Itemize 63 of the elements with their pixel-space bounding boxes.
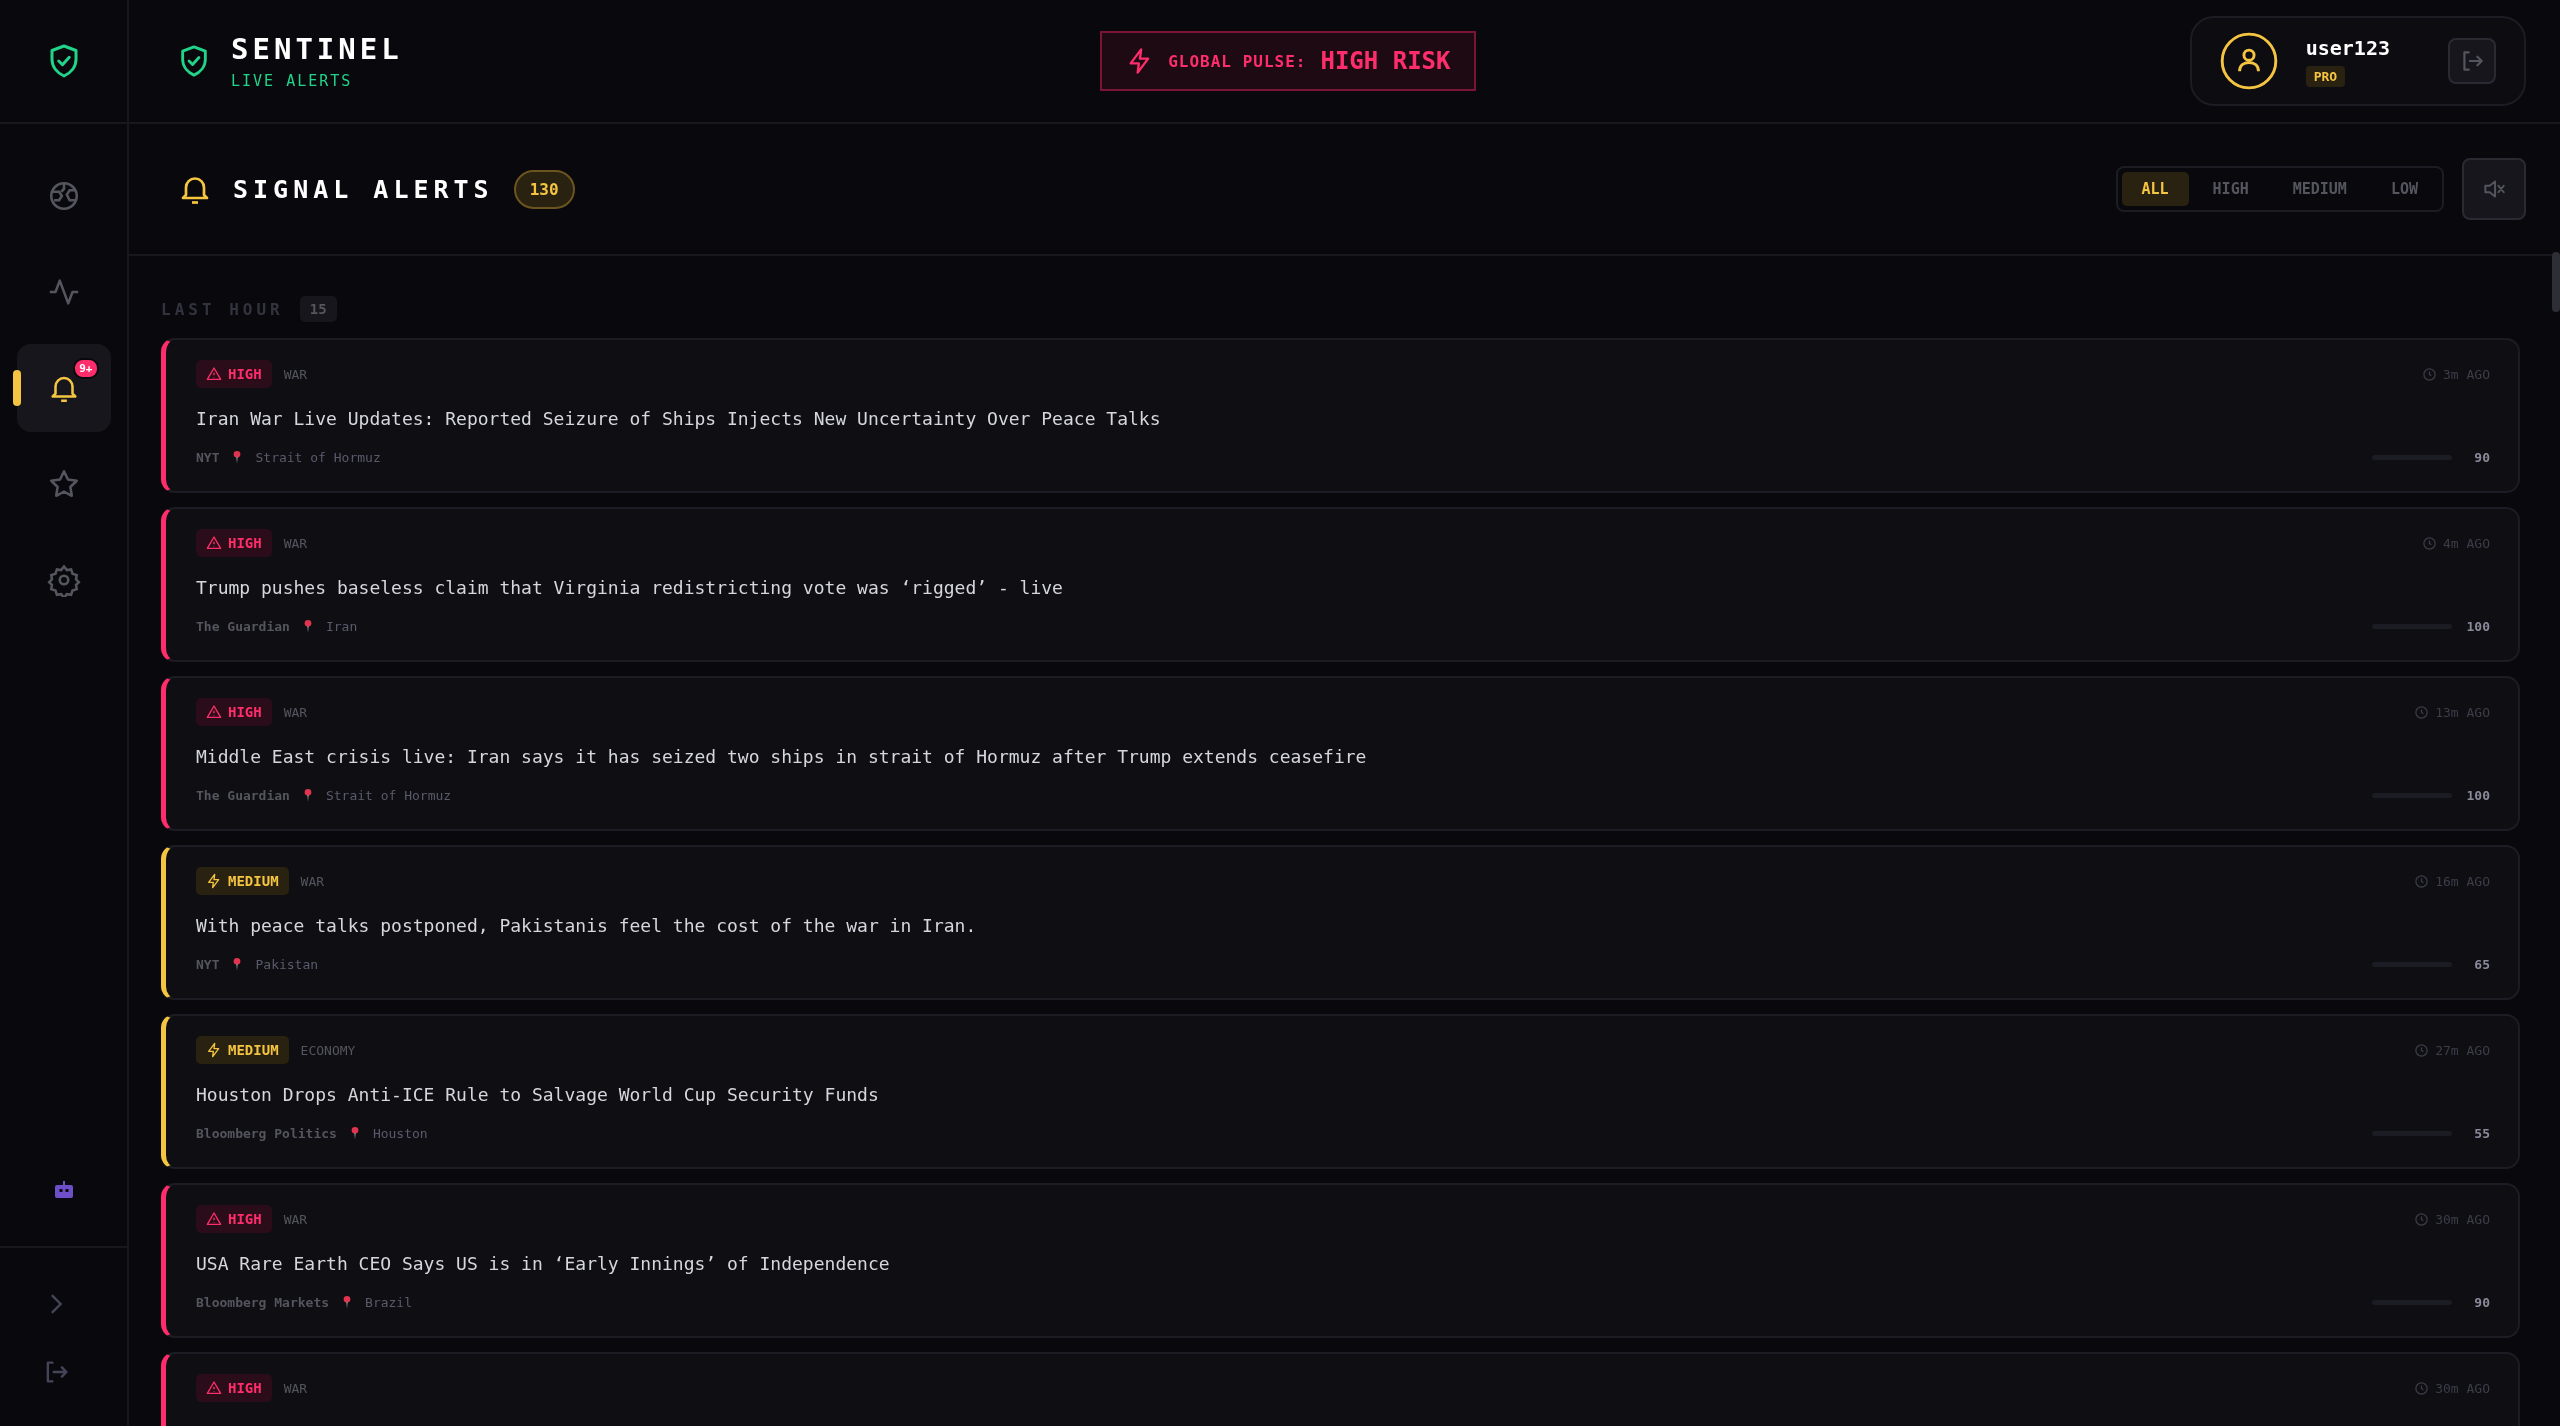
alert-title: Iran War Live Updates: Reported Seizure of Ships Injects New Uncertainty Over Peace Talks — [196, 408, 1162, 429]
location-label: Brazil — [365, 1294, 413, 1310]
clock-icon — [2422, 366, 2438, 382]
severity-badge: MEDIUM — [196, 867, 289, 895]
severity-badge: HIGH — [196, 698, 272, 726]
clock-icon — [2422, 535, 2438, 551]
score-value: 90 — [2473, 449, 2490, 465]
category-label: ECONOMY — [300, 1042, 356, 1058]
severity-badge: HIGH — [196, 529, 272, 557]
app-title: SENTINEL — [231, 32, 403, 66]
notification-badge: 9+ — [73, 358, 99, 379]
score-value: 100 — [2465, 618, 2490, 634]
score-value: 90 — [2473, 1294, 2490, 1310]
source-label: The Guardian — [196, 787, 290, 803]
source-label: NYT — [196, 956, 220, 972]
group-count: 15 — [299, 296, 337, 322]
location-label: Pakistan — [255, 956, 319, 972]
category-label: WAR — [283, 1380, 308, 1396]
source-label: Bloomberg Markets — [196, 1294, 330, 1310]
alert-title: Houston Drops Anti-ICE Rule to Salvage World Cup Security Funds — [196, 1084, 880, 1105]
app-subtitle: LIVE ALERTS — [231, 72, 354, 90]
score-value: 100 — [2465, 787, 2490, 803]
severity-badge: HIGH — [196, 1374, 272, 1402]
section-title: SIGNAL ALERTS — [233, 174, 494, 204]
user-avatar-icon[interactable] — [2219, 32, 2278, 90]
source-label: The Guardian — [196, 618, 290, 634]
alert-title: Trump pushes baseless claim that Virginia redistricting vote was ‘rigged’ - live — [196, 577, 1064, 598]
alert-title: USA Rare Earth CEO Says US is in ‘Early Innings’ of Independence — [196, 1253, 891, 1274]
clock-icon — [2414, 1042, 2430, 1058]
severity-badge: HIGH — [196, 1205, 272, 1233]
category-label: WAR — [300, 873, 325, 889]
pulse-value: HIGH RISK — [1320, 47, 1451, 75]
sidebar-item[interactable]: 9+ — [16, 344, 111, 432]
pulse-label: GLOBAL PULSE: — [1168, 51, 1307, 71]
settings-icon — [46, 563, 81, 597]
clock-icon — [2414, 1211, 2430, 1227]
severity-badge: MEDIUM — [196, 1036, 289, 1064]
logout-button[interactable] — [2448, 38, 2496, 84]
username: user123 — [2305, 35, 2390, 60]
category-label: WAR — [283, 1211, 308, 1227]
scrollbar-thumb[interactable] — [2552, 252, 2560, 312]
location-label: Strait of Hormuz — [325, 787, 452, 803]
clock-icon — [2414, 873, 2430, 889]
category-label: WAR — [283, 366, 308, 382]
location-label: Strait of Hormuz — [255, 449, 381, 465]
score-value: 55 — [2473, 1125, 2490, 1141]
category-label: WAR — [283, 535, 308, 551]
location-label: Houston — [372, 1125, 428, 1141]
clock-icon — [2414, 704, 2430, 720]
location-label: Iran — [325, 618, 358, 634]
plan-badge: PRO — [2305, 65, 2346, 87]
alert-title: Middle East crisis live: Iran says it has seized two ships in strait of Hormuz after Trump extends ceasefire — [196, 746, 1368, 767]
source-label: Bloomberg Politics — [196, 1125, 337, 1141]
category-label: WAR — [283, 704, 308, 720]
alert-count-badge: 130 — [513, 169, 575, 209]
clock-icon — [2414, 1380, 2430, 1396]
severity-badge: HIGH — [196, 360, 272, 388]
active-indicator — [12, 370, 21, 406]
mute-button[interactable] — [2462, 158, 2526, 220]
source-label: NYT — [196, 449, 220, 465]
score-value: 65 — [2473, 956, 2490, 972]
alert-title: With peace talks postponed, Pakistanis feel the cost of the war in Iran. — [196, 915, 978, 936]
filter-tab[interactable]: ALL — [2121, 172, 2189, 206]
